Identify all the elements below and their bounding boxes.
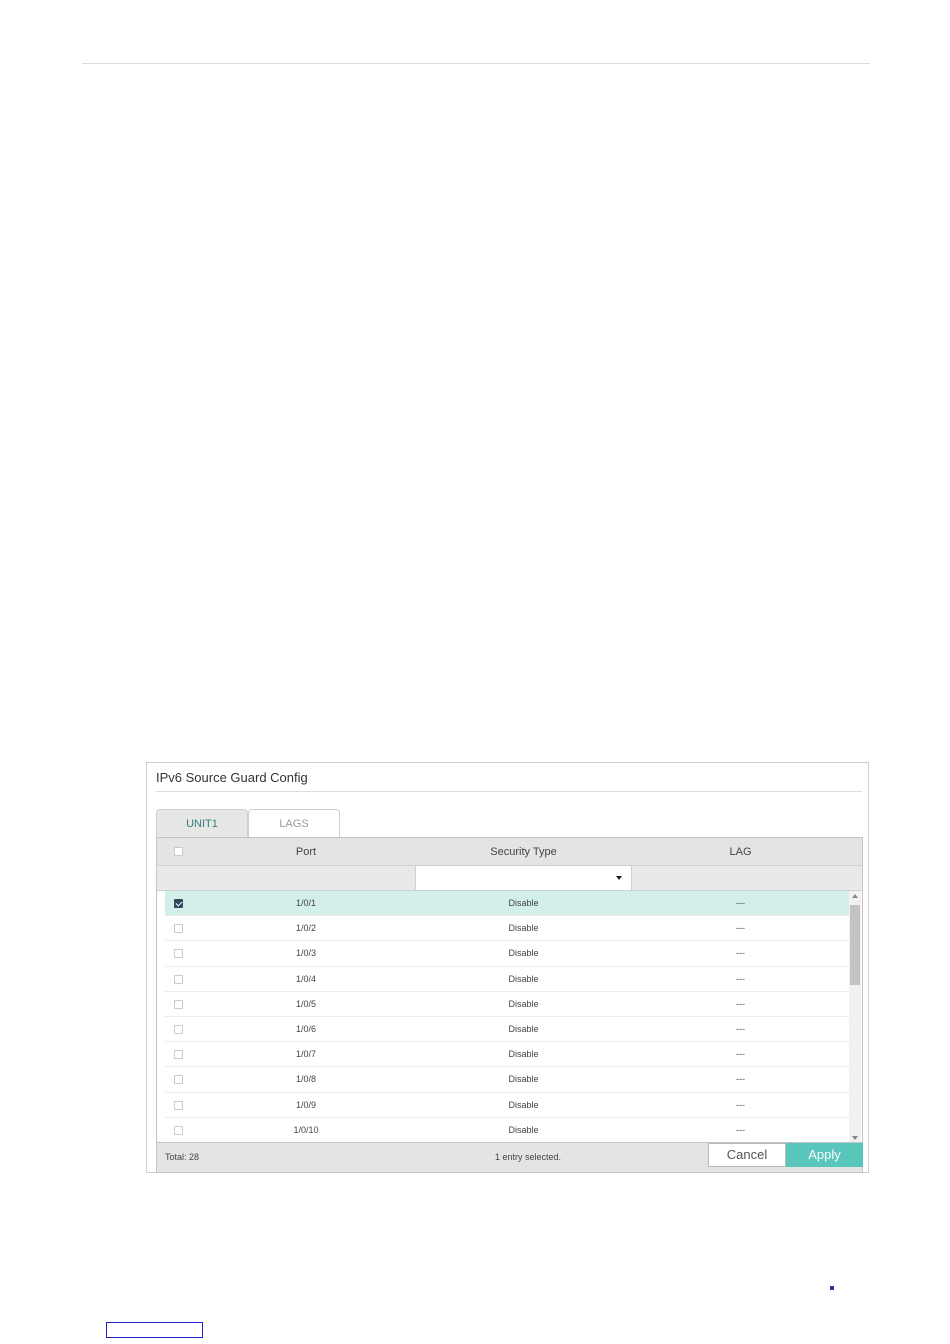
cell-lag: ---: [736, 1023, 745, 1034]
row-checkbox[interactable]: [174, 1024, 183, 1034]
apply-button[interactable]: Apply: [786, 1143, 863, 1167]
row-checkbox[interactable]: [174, 1125, 183, 1135]
cell-security-type: Disable: [508, 948, 539, 959]
table-row[interactable]: 1/0/10 Disable ---: [165, 1118, 849, 1143]
cell-port: 1/0/8: [295, 1074, 317, 1085]
column-header-port[interactable]: Port: [197, 838, 415, 866]
cell-lag: ---: [736, 923, 745, 934]
tab-unit1[interactable]: UNIT1: [156, 809, 248, 837]
page-marker-dot: [830, 1286, 834, 1290]
table-row[interactable]: 1/0/2 Disable ---: [165, 916, 849, 942]
row-checkbox[interactable]: [174, 949, 183, 959]
table-row[interactable]: 1/0/3 Disable ---: [165, 941, 849, 967]
cell-security-type: Disable: [508, 1023, 539, 1034]
cell-security-type: Disable: [508, 1049, 539, 1060]
table-row[interactable]: 1/0/8 Disable ---: [165, 1067, 849, 1093]
page-header-rule: [82, 63, 870, 64]
cancel-button[interactable]: Cancel: [708, 1143, 786, 1167]
total-count: Total: 28: [165, 1152, 200, 1162]
chevron-down-icon[interactable]: [616, 876, 622, 880]
cell-security-type: Disable: [508, 1099, 539, 1110]
table-footer: Total: 28 1 entry selected. Cancel Apply: [157, 1142, 863, 1172]
cell-port: 1/0/3: [295, 948, 317, 959]
table-row[interactable]: 1/0/1 Disable ---: [165, 891, 849, 917]
cell-security-type: Disable: [508, 998, 539, 1009]
table-scrollbar[interactable]: [849, 891, 861, 1143]
row-checkbox[interactable]: [174, 1050, 183, 1060]
cell-lag: ---: [736, 1124, 745, 1135]
cell-port: 1/0/2: [295, 923, 317, 934]
select-all-checkbox[interactable]: [174, 847, 183, 856]
panel-title: IPv6 Source Guard Config: [156, 770, 308, 785]
security-type-filter-select[interactable]: [415, 866, 632, 890]
table-row[interactable]: 1/0/5 Disable ---: [165, 992, 849, 1017]
cell-lag: ---: [736, 973, 745, 984]
scroll-down-icon[interactable]: [852, 1136, 858, 1140]
cell-port: 1/0/4: [295, 973, 317, 984]
row-checkbox[interactable]: [174, 1075, 183, 1085]
table-row[interactable]: 1/0/6 Disable ---: [165, 1017, 849, 1043]
scrollbar-thumb[interactable]: [850, 905, 860, 985]
cell-lag: ---: [736, 1049, 745, 1060]
cell-security-type: Disable: [508, 1124, 539, 1135]
ipv6-source-guard-panel: IPv6 Source Guard Config UNIT1 LAGS Port…: [146, 762, 869, 1173]
tab-lags[interactable]: LAGS: [248, 809, 340, 837]
cell-security-type: Disable: [508, 973, 539, 984]
table-row[interactable]: 1/0/9 Disable ---: [165, 1093, 849, 1118]
column-header-security-type[interactable]: Security Type: [415, 838, 632, 866]
cell-port: 1/0/6: [295, 1023, 317, 1034]
table-body: 1/0/1 Disable --- 1/0/2 Disable --- 1/0/3 Disab…: [157, 891, 862, 1143]
row-checkbox[interactable]: [174, 899, 183, 908]
cell-security-type: Disable: [508, 898, 539, 908]
scroll-up-icon[interactable]: [852, 894, 858, 898]
cell-lag: ---: [736, 948, 745, 959]
table-rows: 1/0/1 Disable --- 1/0/2 Disable --- 1/0/3 Disab…: [165, 891, 849, 1143]
cell-lag: ---: [736, 1099, 745, 1110]
cell-port: 1/0/1: [295, 898, 317, 908]
cell-lag: ---: [736, 1074, 745, 1085]
table-row[interactable]: 1/0/7 Disable ---: [165, 1042, 849, 1068]
cell-security-type: Disable: [508, 1074, 539, 1085]
cell-port: 1/0/10: [293, 1124, 319, 1135]
table-row[interactable]: 1/0/4 Disable ---: [165, 967, 849, 992]
cell-lag: ---: [736, 998, 745, 1009]
cell-port: 1/0/5: [295, 998, 317, 1009]
cell-port: 1/0/7: [295, 1049, 317, 1060]
filter-row: [157, 866, 862, 891]
row-checkbox[interactable]: [174, 974, 183, 984]
row-checkbox[interactable]: [174, 924, 183, 934]
table-header: Port Security Type LAG: [157, 838, 862, 866]
column-header-lag[interactable]: LAG: [632, 838, 849, 866]
cell-port: 1/0/9: [295, 1099, 317, 1110]
cell-lag: ---: [736, 898, 745, 908]
cell-security-type: Disable: [508, 923, 539, 934]
row-checkbox[interactable]: [174, 1100, 183, 1110]
selection-status: 1 entry selected.: [495, 1152, 562, 1162]
port-table: Port Security Type LAG 1/0/1 Disable --- 1/…: [156, 837, 863, 1173]
page-link-box[interactable]: [106, 1322, 203, 1338]
panel-title-divider: [156, 791, 862, 792]
row-checkbox[interactable]: [174, 999, 183, 1009]
